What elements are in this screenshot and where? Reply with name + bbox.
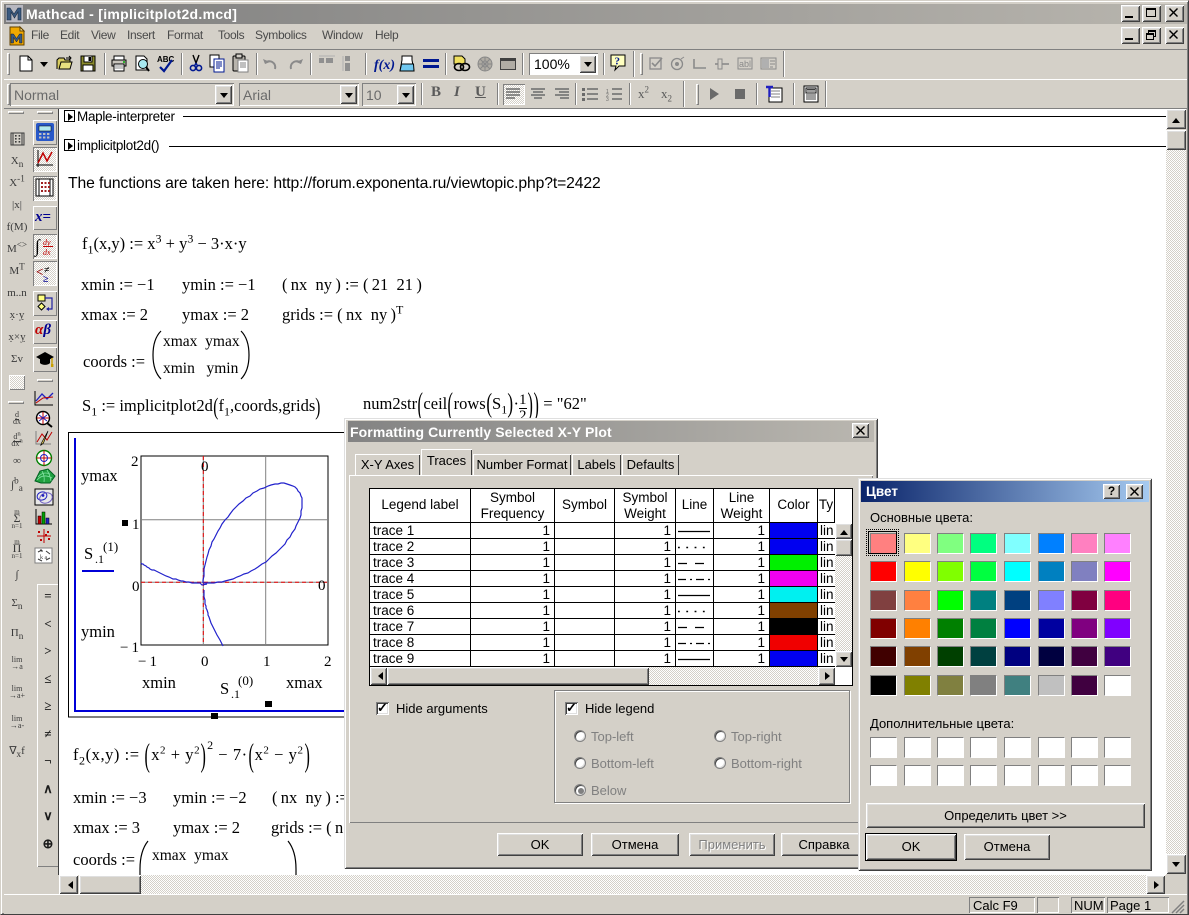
svg-text:≥: ≥ bbox=[43, 274, 49, 285]
svg-text:(1): (1) bbox=[103, 539, 118, 554]
svg-text:ymax: ymax bbox=[81, 466, 118, 485]
svg-text:S: S bbox=[220, 679, 229, 698]
svg-text:0: 0 bbox=[201, 654, 209, 670]
svg-text:1: 1 bbox=[263, 654, 271, 670]
svg-text:ABC: ABC bbox=[157, 55, 175, 64]
svg-text:3: 3 bbox=[606, 97, 609, 103]
svg-text:k a: k a bbox=[40, 555, 48, 561]
svg-text:ymin: ymin bbox=[81, 622, 115, 641]
svg-text:− 1: − 1 bbox=[120, 640, 139, 656]
svg-text:S: S bbox=[84, 544, 93, 563]
svg-text:dx: dx bbox=[43, 248, 51, 257]
svg-text:0: 0 bbox=[318, 578, 326, 594]
svg-text:xmin: xmin bbox=[142, 673, 176, 692]
svg-text:dy: dy bbox=[43, 238, 51, 247]
svg-text:xmax: xmax bbox=[286, 673, 323, 692]
svg-text:xmin ymin: xmin ymin bbox=[163, 360, 239, 377]
svg-text:0: 0 bbox=[201, 459, 209, 475]
svg-text:f(x): f(x) bbox=[374, 58, 395, 73]
svg-text:0: 0 bbox=[132, 579, 140, 595]
svg-text:xmax ymax: xmax ymax bbox=[152, 847, 229, 864]
svg-text:− 1: − 1 bbox=[138, 654, 157, 670]
svg-text:(0): (0) bbox=[238, 673, 253, 688]
svg-text:.1: .1 bbox=[231, 687, 240, 701]
svg-text:∫: ∫ bbox=[34, 236, 41, 257]
svg-text:?: ? bbox=[615, 56, 621, 68]
svg-text:2: 2 bbox=[324, 654, 332, 670]
svg-text:1: 1 bbox=[132, 517, 140, 533]
svg-text:xmax ymax: xmax ymax bbox=[163, 333, 240, 350]
svg-text:abl: abl bbox=[739, 59, 751, 69]
svg-text:.1: .1 bbox=[95, 552, 104, 566]
svg-text:2: 2 bbox=[131, 454, 139, 470]
